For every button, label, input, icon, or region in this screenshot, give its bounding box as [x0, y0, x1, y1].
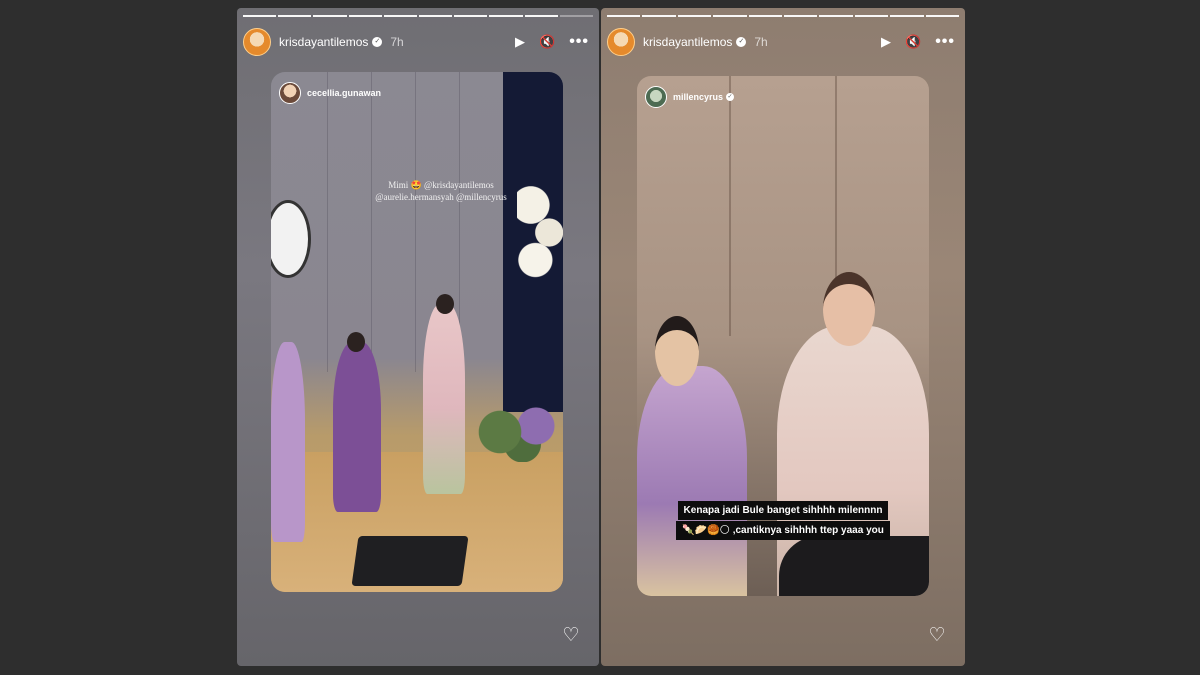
mention-text[interactable]: Mimi 🤩 @krisdayantilemos [331, 180, 551, 191]
play-icon[interactable]: ▶ [881, 35, 891, 49]
verified-icon: ✓ [736, 37, 747, 47]
card-header: millencyrus ✓ [645, 86, 735, 108]
avatar[interactable] [243, 28, 271, 56]
heart-icon[interactable]: ♡ [561, 626, 581, 646]
caption-line: 🍡🥟🥮🌕 ,cantiknya sihhhh ttep yaaa you [676, 521, 890, 540]
card-username[interactable]: millencyrus [673, 92, 723, 102]
story-caption: Kenapa jadi Bule banget sihhhh milennnn … [643, 500, 923, 540]
reshared-story-card[interactable]: millencyrus ✓ Kenapa jadi Bule banget si… [637, 76, 929, 596]
mute-icon[interactable]: 🔇 [905, 35, 921, 49]
story-username[interactable]: krisdayantilemos [279, 35, 368, 49]
story-controls: ▶ 🔇 ••• [515, 34, 589, 50]
story-username[interactable]: krisdayantilemos [643, 35, 732, 49]
reshared-story-card[interactable]: cecellia.gunawan Mimi 🤩 @krisdayantilemo… [271, 72, 563, 592]
card-username[interactable]: cecellia.gunawan [307, 88, 381, 98]
story-timestamp: 7h [390, 35, 404, 49]
story-header: krisdayantilemos ✓ 7h ▶ 🔇 ••• [607, 28, 955, 56]
verified-icon: ✓ [372, 37, 383, 47]
mute-icon[interactable]: 🔇 [539, 35, 555, 49]
event-photo [271, 72, 563, 592]
story-controls: ▶ 🔇 ••• [881, 34, 955, 50]
mention-text[interactable]: @aurelie.hermansyah @millencyrus [331, 192, 551, 203]
story-timestamp: 7h [754, 35, 768, 49]
more-options-icon[interactable]: ••• [569, 34, 589, 50]
verified-icon: ✓ [726, 93, 735, 101]
avatar[interactable] [607, 28, 635, 56]
avatar[interactable] [279, 82, 301, 104]
card-header: cecellia.gunawan [279, 82, 381, 104]
avatar[interactable] [645, 86, 667, 108]
story-panel-1[interactable]: krisdayantilemos ✓ 7h ▶ 🔇 ••• cecellia.g… [237, 8, 599, 666]
story-header: krisdayantilemos ✓ 7h ▶ 🔇 ••• [243, 28, 589, 56]
story-progress-bar [607, 15, 960, 17]
story-panel-2[interactable]: krisdayantilemos ✓ 7h ▶ 🔇 ••• millencyru… [601, 8, 965, 666]
story-progress-bar [243, 15, 594, 17]
heart-icon[interactable]: ♡ [927, 626, 947, 646]
more-options-icon[interactable]: ••• [935, 34, 955, 50]
caption-line: Kenapa jadi Bule banget sihhhh milennnn [677, 501, 889, 520]
play-icon[interactable]: ▶ [515, 35, 525, 49]
